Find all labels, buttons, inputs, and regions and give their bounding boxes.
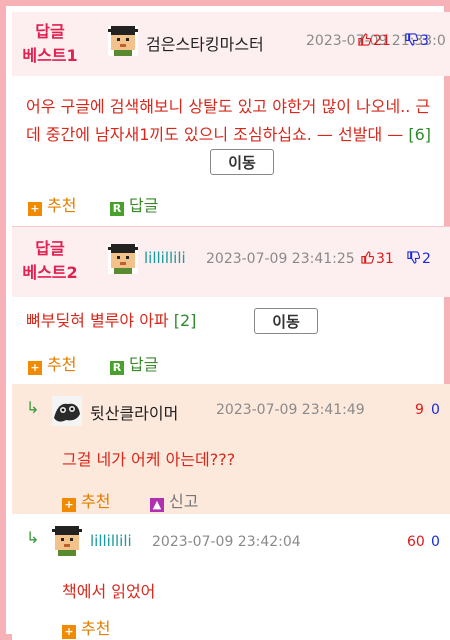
- nickname[interactable]: 검은스타킹마스터: [146, 31, 264, 55]
- recommend-button[interactable]: + 추천: [62, 488, 110, 512]
- comment-text: 뼈부딪혀 별루야 아파: [26, 311, 169, 330]
- comment-content: 뼈부딪혀 별루야 아파 [2]: [26, 307, 266, 335]
- nickname[interactable]: lillillili: [144, 249, 186, 267]
- comment-text: 어우 구글에 검색해보니 상탈도 있고 야한거 많이 나오네.. 근데 중간에 …: [26, 97, 431, 144]
- avatar[interactable]: [108, 26, 138, 56]
- best-badge-line1: 답글: [35, 239, 65, 258]
- recommend-button[interactable]: + 추천: [28, 192, 76, 216]
- upvote-value: 21: [373, 33, 391, 49]
- move-button[interactable]: 이동: [254, 308, 318, 334]
- downvote-count[interactable]: 2: [407, 251, 431, 267]
- recommend-label: 추천: [47, 355, 77, 374]
- recommend-label: 추천: [81, 492, 111, 511]
- downvote-count[interactable]: 0: [431, 402, 440, 418]
- best-badge-line2: 베스트1: [22, 46, 78, 65]
- plus-icon: +: [62, 625, 76, 639]
- thumbs-down-icon: [405, 33, 418, 46]
- upvote-count[interactable]: 31: [361, 251, 394, 267]
- downvote-count[interactable]: 0: [431, 534, 440, 550]
- avatar[interactable]: [52, 396, 82, 426]
- recommend-button[interactable]: + 추천: [62, 615, 110, 639]
- plus-icon: +: [28, 202, 42, 216]
- report-button[interactable]: ▲ 신고: [150, 488, 198, 512]
- reply-comment: ↳ lillillili 2023-07-09 23:42:04 60 0 책에…: [12, 514, 450, 640]
- downvote-value: 2: [422, 251, 431, 267]
- comment-date: 2023-07-09 23:42:04: [152, 534, 301, 550]
- reply-r-icon: R: [110, 361, 124, 375]
- upvote-count[interactable]: 21: [358, 33, 391, 49]
- report-icon: ▲: [150, 498, 164, 512]
- thumbs-down-icon: [407, 251, 420, 264]
- upvote-count[interactable]: 9: [415, 402, 424, 418]
- plus-icon: +: [28, 361, 42, 375]
- thumbs-up-icon: [358, 33, 371, 46]
- report-label: 신고: [169, 492, 199, 511]
- downvote-count[interactable]: 3: [405, 33, 429, 49]
- reply-arrow-icon: ↳: [26, 398, 40, 417]
- reply-arrow-icon: ↳: [26, 528, 40, 547]
- best-comment-header: 답글 베스트1 검은스타킹마스터 2023-07-09 21:33:0 21 3: [12, 12, 450, 76]
- comment-date: 2023-07-09 23:41:25: [206, 251, 355, 267]
- comment-content: 어우 구글에 검색해보니 상탈도 있고 야한거 많이 나오네.. 근데 중간에 …: [26, 93, 438, 149]
- best-badge-line2: 베스트2: [22, 263, 78, 282]
- reply-comment: ↳ 뒷산클라이머 2023-07-09 23:41:49 9 0 그걸 네가 어…: [12, 384, 450, 514]
- comment-date: 2023-07-09 23:41:49: [216, 402, 365, 418]
- avatar[interactable]: [108, 244, 138, 274]
- best-badge: 답글 베스트2: [16, 237, 84, 285]
- recommend-label: 추천: [47, 196, 77, 215]
- comment-list: 답글 베스트1 검은스타킹마스터 2023-07-09 21:33:0 21 3…: [12, 12, 450, 640]
- nickname[interactable]: 뒷산클라이머: [90, 400, 178, 424]
- upvote-count[interactable]: 60: [407, 534, 425, 550]
- best-comment-header: 답글 베스트2 lillillili 2023-07-09 23:41:25 3…: [12, 226, 450, 297]
- thumbs-up-icon: [361, 251, 374, 264]
- reply-button[interactable]: R 답글: [110, 351, 158, 375]
- reply-count: [2]: [173, 311, 197, 330]
- best-badge: 답글 베스트1: [16, 20, 84, 68]
- comment-frame: 답글 베스트1 검은스타킹마스터 2023-07-09 21:33:0 21 3…: [0, 0, 450, 640]
- upvote-value: 31: [376, 251, 394, 267]
- reply-r-icon: R: [110, 202, 124, 216]
- move-button[interactable]: 이동: [210, 149, 274, 175]
- plus-icon: +: [62, 498, 76, 512]
- reply-count: [6]: [408, 125, 432, 144]
- nickname[interactable]: lillillili: [90, 532, 132, 550]
- comment-content: 책에서 읽었어: [62, 582, 156, 601]
- reply-button[interactable]: R 답글: [110, 192, 158, 216]
- reply-label: 답글: [129, 355, 159, 374]
- downvote-value: 3: [420, 33, 429, 49]
- recommend-label: 추천: [81, 619, 111, 638]
- recommend-button[interactable]: + 추천: [28, 351, 76, 375]
- reply-label: 답글: [129, 196, 159, 215]
- comment-content: 그걸 네가 어케 아는데???: [62, 450, 236, 469]
- avatar[interactable]: [52, 526, 82, 556]
- best-badge-line1: 답글: [35, 22, 65, 41]
